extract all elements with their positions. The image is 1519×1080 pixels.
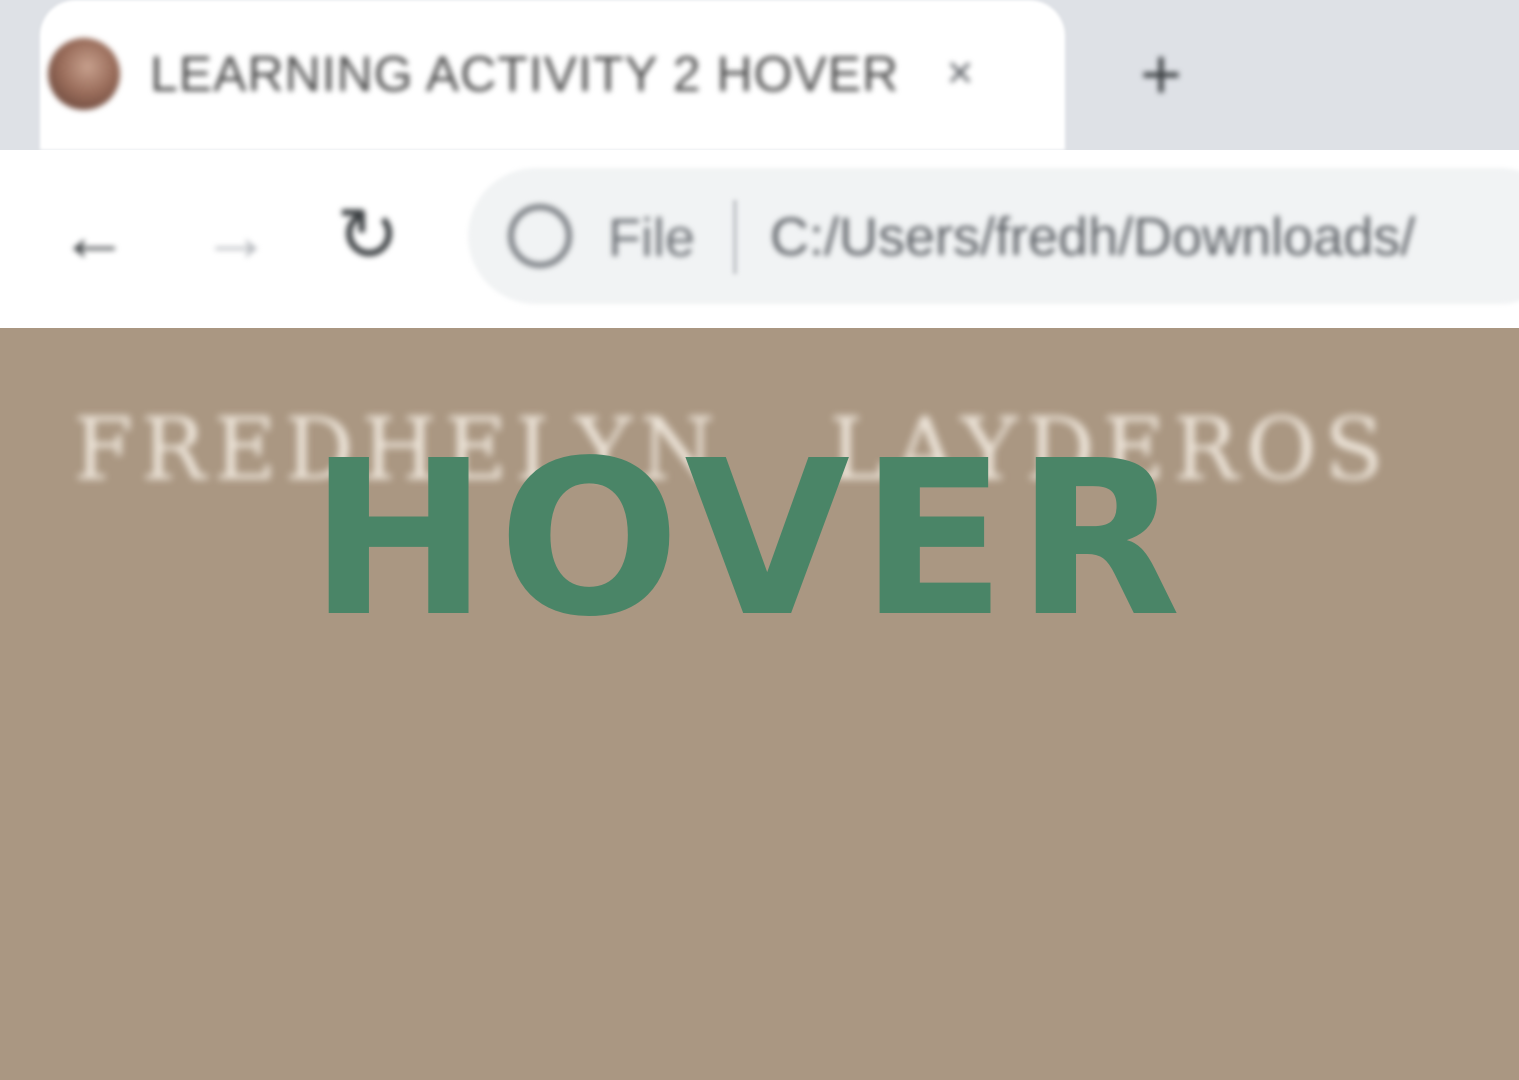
hover-heading[interactable]: HOVER xyxy=(0,433,1500,647)
tab-title: LEARNING ACTIVITY 2 HOVER xyxy=(150,46,900,102)
browser-chrome: LEARNING ACTIVITY 2 HOVER × + ← → ↻ File… xyxy=(0,0,1519,328)
reload-icon[interactable]: ↻ xyxy=(330,198,406,274)
forward-arrow-icon[interactable]: → xyxy=(198,198,274,274)
globe-icon[interactable] xyxy=(508,204,572,268)
new-tab-plus-icon[interactable]: + xyxy=(1128,39,1194,111)
close-tab-icon[interactable]: × xyxy=(935,44,985,100)
address-separator xyxy=(733,200,737,274)
tab-favicon-icon xyxy=(48,38,120,110)
address-url-text[interactable]: C:/Users/fredh/Downloads/ xyxy=(770,206,1415,268)
address-scheme-label: File xyxy=(608,208,696,268)
back-arrow-icon[interactable]: ← xyxy=(56,198,132,274)
